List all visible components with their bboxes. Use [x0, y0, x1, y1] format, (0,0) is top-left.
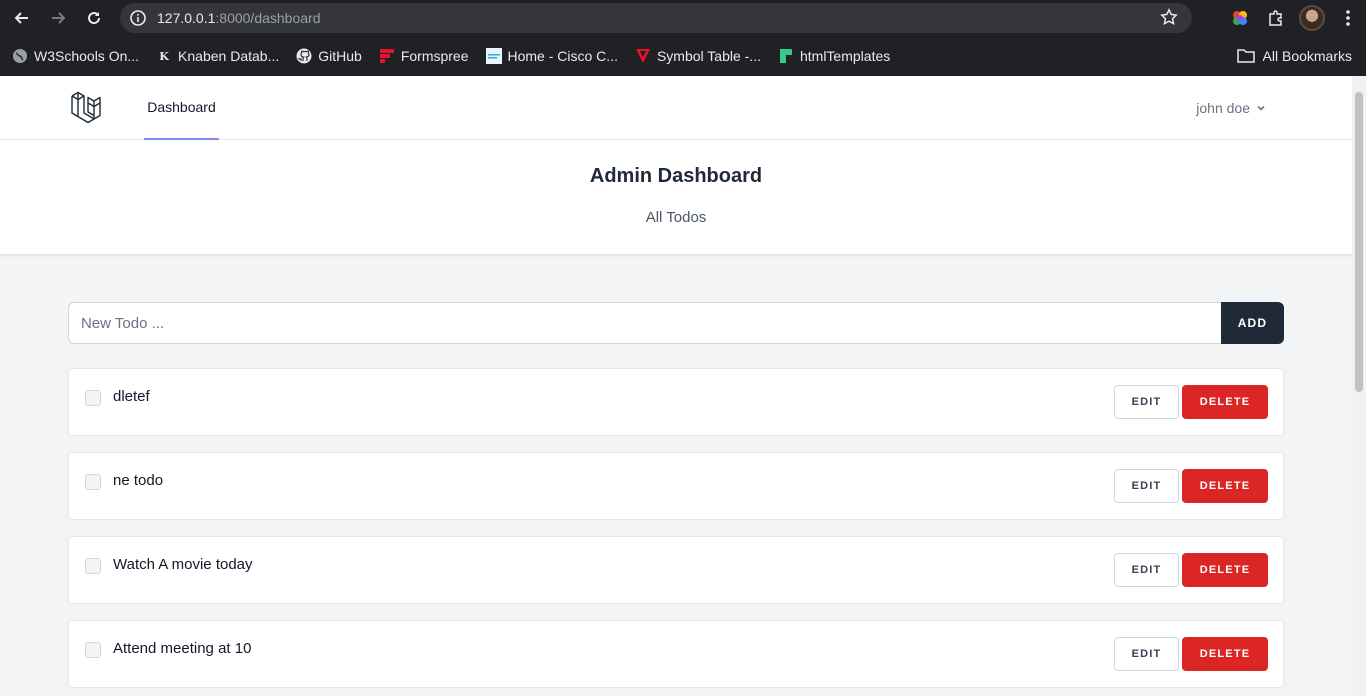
chevron-down-icon: [1257, 105, 1265, 111]
github-icon: [296, 48, 312, 64]
todo-text: dletef: [113, 388, 150, 405]
site-info-icon[interactable]: [123, 3, 153, 33]
nav-dashboard-link[interactable]: Dashboard: [144, 76, 219, 140]
user-name: john doe: [1196, 100, 1250, 116]
bookmark-label: Knaben Datab...: [178, 48, 280, 64]
delete-button[interactable]: DELETE: [1182, 637, 1268, 671]
reload-icon[interactable]: [76, 0, 112, 36]
forward-icon[interactable]: [40, 0, 76, 36]
browser-toolbar: 127.0.0.1:8000/dashboard: [0, 0, 1366, 36]
todo-list: dletef EDIT DELETE ne todo EDIT DELETE W…: [68, 368, 1284, 696]
page-header: Admin Dashboard All Todos: [0, 140, 1352, 254]
all-bookmarks-button[interactable]: All Bookmarks: [1236, 36, 1352, 76]
todo-text: Attend meeting at 10: [113, 640, 252, 657]
bookmark-github[interactable]: GitHub: [296, 48, 362, 64]
laravel-logo-icon[interactable]: [70, 91, 104, 125]
delete-button[interactable]: DELETE: [1182, 553, 1268, 587]
edit-button[interactable]: EDIT: [1114, 385, 1179, 419]
bookmark-formspree[interactable]: Formspree: [379, 48, 469, 64]
bookmarks-bar: W3Schools On... K Knaben Datab... GitHub…: [0, 36, 1366, 76]
bookmark-label: GitHub: [318, 48, 362, 64]
bookmark-cisco[interactable]: Home - Cisco C...: [485, 48, 618, 64]
todo-text: ne todo: [113, 472, 164, 489]
new-todo-input[interactable]: [68, 302, 1222, 344]
delete-button[interactable]: DELETE: [1182, 469, 1268, 503]
todo-text: Watch A movie today: [113, 556, 253, 573]
url-text: 127.0.0.1:8000/dashboard: [157, 10, 320, 26]
delete-button[interactable]: DELETE: [1182, 385, 1268, 419]
todo-item: Attend meeting at 10 EDIT DELETE: [68, 620, 1284, 688]
extensions-puzzle-icon[interactable]: [1258, 0, 1294, 36]
todo-checkbox[interactable]: [85, 390, 101, 406]
todo-checkbox[interactable]: [85, 474, 101, 490]
globe-icon: [12, 48, 28, 64]
todo-checkbox[interactable]: [85, 642, 101, 658]
page-subtitle: All Todos: [645, 209, 707, 226]
kebab-menu-icon[interactable]: [1330, 0, 1366, 36]
bookmark-knaben[interactable]: K Knaben Datab...: [156, 48, 279, 64]
top-navigation: Dashboard john doe: [0, 76, 1352, 140]
knaben-icon: K: [159, 49, 169, 63]
edit-button[interactable]: EDIT: [1114, 469, 1179, 503]
all-bookmarks-label: All Bookmarks: [1262, 48, 1352, 64]
user-dropdown[interactable]: john doe: [1196, 76, 1266, 140]
color-picker-extension-icon[interactable]: [1222, 0, 1258, 36]
bookmark-label: W3Schools On...: [34, 48, 140, 64]
todo-checkbox[interactable]: [85, 558, 101, 574]
bookmark-label: htmlTemplates: [799, 48, 891, 64]
back-icon[interactable]: [4, 0, 40, 36]
bookmark-w3schools[interactable]: W3Schools On...: [12, 48, 139, 64]
bookmark-label: Symbol Table -...: [656, 48, 761, 64]
edit-button[interactable]: EDIT: [1114, 637, 1179, 671]
todo-item: Watch A movie today EDIT DELETE: [68, 536, 1284, 604]
symbol-table-icon: [635, 48, 651, 64]
edit-button[interactable]: EDIT: [1114, 553, 1179, 587]
page-scrollbar[interactable]: [1352, 76, 1366, 696]
profile-avatar[interactable]: [1294, 0, 1330, 36]
todo-item: dletef EDIT DELETE: [68, 368, 1284, 436]
bookmark-htmltemplates[interactable]: htmlTemplates: [778, 48, 890, 64]
url-path: :8000/dashboard: [215, 10, 321, 26]
bookmark-label: Home - Cisco C...: [507, 48, 618, 64]
bookmark-label: Formspree: [400, 48, 469, 64]
address-bar[interactable]: 127.0.0.1:8000/dashboard: [120, 3, 1192, 33]
bookmark-star-icon[interactable]: [1160, 8, 1178, 31]
cisco-icon: [485, 48, 502, 64]
bookmark-symbol-table[interactable]: Symbol Table -...: [635, 48, 761, 64]
scrollbar-thumb[interactable]: [1355, 92, 1363, 392]
url-host: 127.0.0.1: [157, 10, 216, 26]
formspree-icon: [379, 48, 395, 64]
add-todo-button[interactable]: ADD: [1221, 302, 1284, 344]
htmltemplates-icon: [778, 48, 794, 64]
page-title: Admin Dashboard: [589, 165, 763, 187]
folder-icon: [1236, 49, 1255, 63]
todo-item: ne todo EDIT DELETE: [68, 452, 1284, 520]
app-viewport: Dashboard john doe Admin Dashboard All T…: [0, 76, 1352, 696]
